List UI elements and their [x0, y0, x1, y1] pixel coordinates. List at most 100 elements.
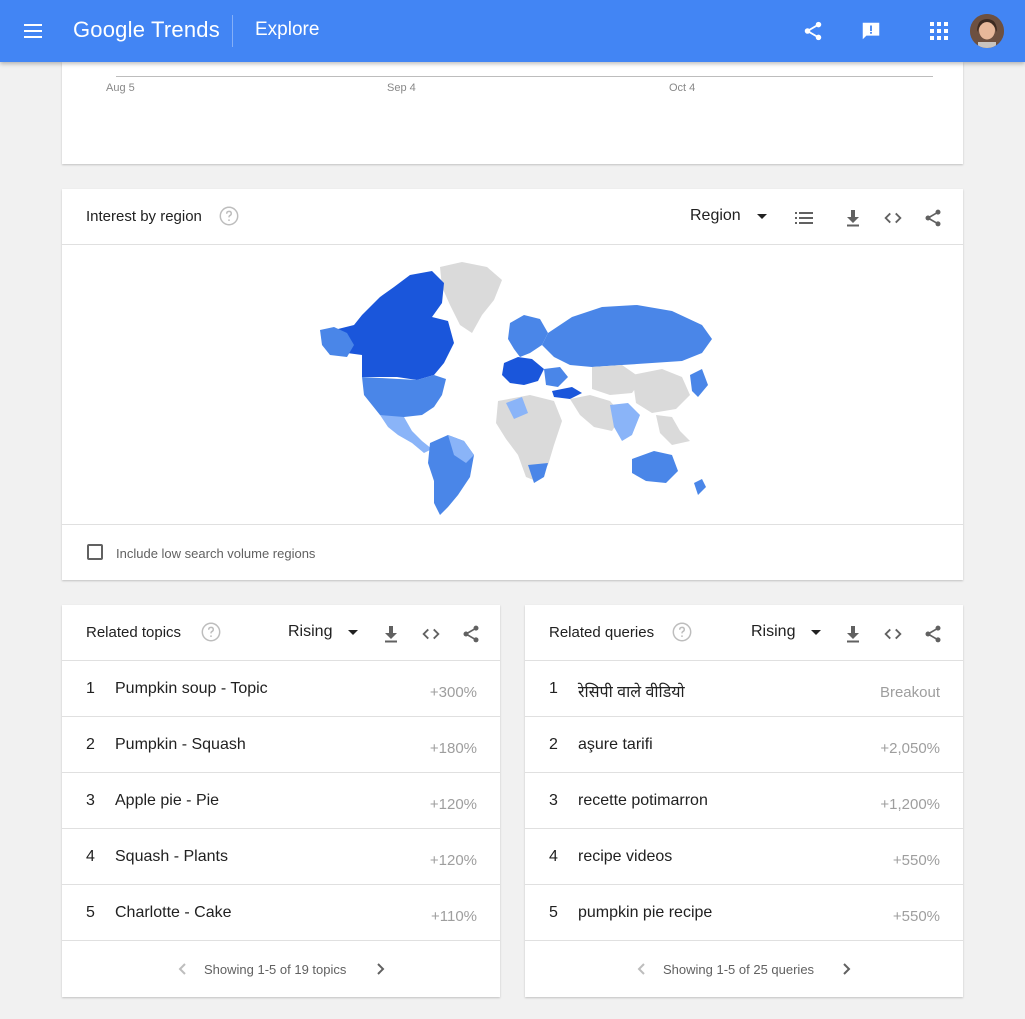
caret-down-icon — [348, 629, 359, 635]
topic-label[interactable]: Charlotte - Cake — [115, 904, 232, 922]
card-header: Related topics Rising — [62, 605, 500, 661]
list-item[interactable]: 2 aşure tarifi +2,050% — [525, 717, 963, 773]
avatar[interactable] — [970, 14, 1004, 48]
chevron-right-icon[interactable] — [371, 960, 389, 978]
help-icon[interactable] — [671, 621, 693, 643]
apps-icon[interactable] — [925, 17, 953, 45]
region-usa[interactable] — [362, 375, 446, 420]
pagination-text: Showing 1-5 of 25 queries — [663, 962, 815, 977]
region-mexico[interactable] — [380, 415, 432, 453]
rising-value: +550% — [892, 908, 940, 925]
list-item[interactable]: 1 Pumpkin soup - Topic +300% — [62, 661, 500, 717]
query-label[interactable]: recette potimarron — [578, 792, 708, 810]
region-new-zealand[interactable] — [694, 479, 706, 495]
download-icon[interactable] — [380, 623, 402, 645]
list-item[interactable]: 3 recette potimarron +1,200% — [525, 773, 963, 829]
dropdown-label: Rising — [288, 623, 333, 640]
embed-icon[interactable] — [882, 623, 904, 645]
rank: 3 — [549, 792, 558, 809]
rising-value: +110% — [430, 908, 477, 925]
region-south-africa[interactable] — [528, 463, 548, 483]
menu-icon[interactable] — [22, 21, 46, 41]
checkbox-label: Include low search volume regions — [116, 546, 316, 561]
rank: 5 — [86, 904, 95, 921]
dropdown-label: Region — [690, 207, 741, 224]
topic-label[interactable]: Apple pie - Pie — [115, 792, 219, 810]
world-map-svg[interactable] — [62, 245, 963, 525]
region-dropdown[interactable]: Region — [690, 207, 767, 225]
region-africa[interactable] — [496, 395, 562, 481]
list-item[interactable]: 1 रेसिपी वाले वीडियो Breakout — [525, 661, 963, 717]
chevron-left-icon[interactable] — [633, 960, 651, 978]
related-queries-card: Related queries Rising 1 रेसिपी वाले वीड… — [525, 605, 963, 997]
rising-dropdown[interactable]: Rising — [751, 623, 822, 641]
help-icon[interactable] — [200, 621, 222, 643]
query-label[interactable]: रेसिपी वाले वीडियो — [578, 680, 685, 702]
help-icon[interactable] — [218, 205, 240, 227]
rank: 4 — [549, 848, 558, 865]
chevron-right-icon[interactable] — [837, 960, 855, 978]
share-icon[interactable] — [922, 623, 944, 645]
list-item[interactable]: 5 pumpkin pie recipe +550% — [525, 885, 963, 941]
region-canada[interactable] — [334, 271, 454, 380]
dropdown-label: Rising — [751, 623, 796, 640]
share-icon[interactable] — [460, 623, 482, 645]
list-item[interactable]: 2 Pumpkin - Squash +180% — [62, 717, 500, 773]
pagination-text: Showing 1-5 of 19 topics — [204, 962, 347, 977]
app-bar: Google Trends Explore — [0, 0, 1025, 62]
query-label[interactable]: aşure tarifi — [578, 736, 653, 754]
share-icon[interactable] — [922, 207, 944, 229]
caret-down-icon — [756, 213, 767, 219]
list-item[interactable]: 4 recipe videos +550% — [525, 829, 963, 885]
rising-dropdown[interactable]: Rising — [288, 623, 359, 641]
list-item[interactable]: 5 Charlotte - Cake +110% — [62, 885, 500, 941]
rising-value: +550% — [892, 852, 940, 869]
rising-value: +120% — [429, 796, 477, 813]
world-map[interactable] — [62, 245, 963, 525]
region-eastern-europe[interactable] — [544, 367, 568, 387]
region-greenland[interactable] — [440, 262, 502, 333]
rank: 5 — [549, 904, 558, 921]
rising-value: +120% — [429, 852, 477, 869]
region-se-asia[interactable] — [656, 415, 690, 445]
google-trends-logo[interactable]: Google Trends — [73, 16, 220, 44]
rising-value: +2,050% — [880, 740, 940, 757]
rank: 4 — [86, 848, 95, 865]
region-russia[interactable] — [542, 305, 712, 367]
embed-icon[interactable] — [882, 207, 904, 229]
region-turkey[interactable] — [552, 387, 582, 399]
list-item[interactable]: 3 Apple pie - Pie +120% — [62, 773, 500, 829]
chevron-left-icon[interactable] — [174, 960, 192, 978]
share-icon[interactable] — [799, 17, 827, 45]
timeline-axis — [116, 76, 933, 77]
rising-value: +300% — [429, 684, 477, 701]
embed-icon[interactable] — [420, 623, 442, 645]
topic-label[interactable]: Pumpkin soup - Topic — [115, 680, 268, 698]
interest-by-region-card: Interest by region Region Include low se… — [62, 189, 963, 580]
topic-label[interactable]: Squash - Plants — [115, 848, 228, 866]
rank: 2 — [549, 736, 558, 753]
list-view-icon[interactable] — [793, 207, 815, 229]
download-icon[interactable] — [842, 207, 864, 229]
low-volume-checkbox[interactable] — [87, 544, 103, 560]
region-japan[interactable] — [690, 369, 708, 397]
header-divider — [232, 15, 233, 47]
region-western-europe[interactable] — [502, 357, 544, 385]
region-australia[interactable] — [632, 451, 678, 483]
card-title: Related queries — [549, 624, 655, 641]
rising-value: +1,200% — [880, 796, 940, 813]
card-header: Interest by region Region — [62, 189, 963, 245]
topic-label[interactable]: Pumpkin - Squash — [115, 736, 246, 754]
download-icon[interactable] — [842, 623, 864, 645]
page-title: Explore — [255, 19, 320, 40]
list-item[interactable]: 4 Squash - Plants +120% — [62, 829, 500, 885]
query-label[interactable]: pumpkin pie recipe — [578, 904, 712, 922]
region-india[interactable] — [610, 403, 640, 441]
region-china[interactable] — [632, 369, 690, 413]
interest-over-time-card: Aug 5 Sep 4 Oct 4 — [62, 62, 963, 164]
card-header: Related queries Rising — [525, 605, 963, 661]
region-scandinavia[interactable] — [508, 315, 548, 357]
card-title: Related topics — [86, 624, 182, 641]
feedback-icon[interactable] — [857, 17, 885, 45]
query-label[interactable]: recipe videos — [578, 848, 672, 866]
